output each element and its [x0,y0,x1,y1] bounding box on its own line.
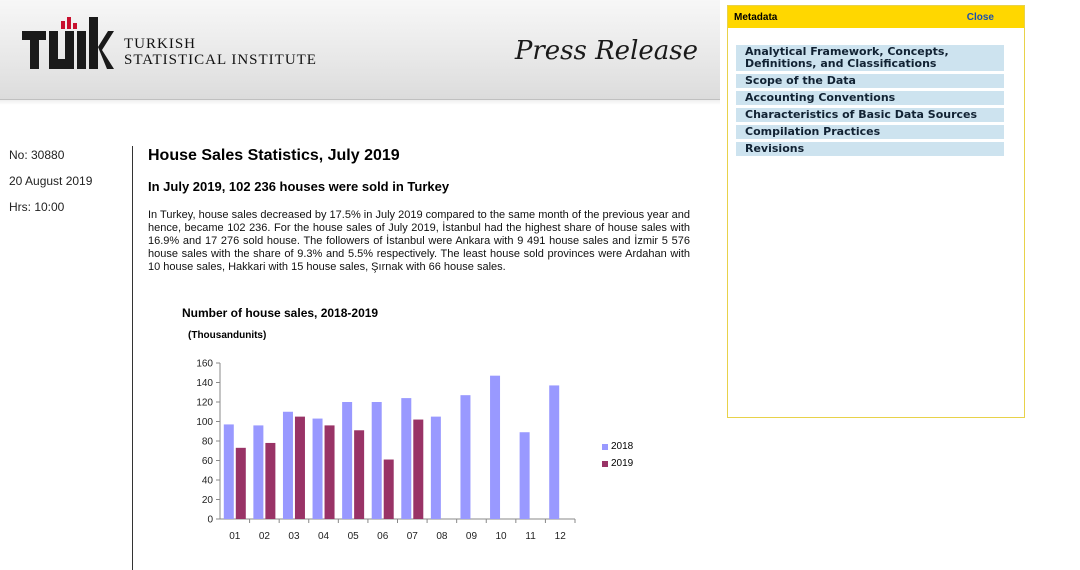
legend-item-2018: 2018 [602,438,633,455]
metadata-item-scope[interactable]: Scope of the Data [736,74,1004,88]
body-paragraph: In Turkey, house sales decreased by 17.5… [148,209,690,273]
legend-swatch-2019 [602,460,608,467]
bar-2018-04 [312,418,323,519]
y-tick-label: 120 [196,398,213,409]
bar-2018-02 [253,425,264,519]
release-date: 20 August 2019 [9,174,93,188]
bar-2019-05 [354,430,365,519]
press-release-label: Press Release [514,36,698,66]
metadata-panel-header: Metadata Close [728,6,1024,28]
bar-2019-04 [324,425,335,519]
tuik-logo [22,17,114,69]
bar-2018-07 [401,398,412,519]
metadata-item-revisions[interactable]: Revisions [736,142,1004,156]
page-header: TURKISH STATISTICAL INSTITUTE Press Rele… [0,0,720,105]
x-tick-label: 12 [555,531,567,542]
bar-2019-01 [235,447,246,519]
bar-2018-11 [519,432,530,519]
y-tick-label: 20 [202,495,214,506]
x-tick-label: 05 [348,531,360,542]
metadata-panel-title: Metadata [734,11,778,23]
x-tick-label: 11 [525,531,536,542]
bar-2019-06 [383,459,394,519]
y-tick-label: 140 [196,378,213,389]
bar-2018-08 [430,416,441,519]
bar-2018-10 [490,375,501,519]
metadata-list: Analytical Framework, Concepts, Definiti… [736,45,1004,156]
metadata-item-analytical-framework[interactable]: Analytical Framework, Concepts, Definiti… [736,45,1004,71]
x-tick-label: 07 [407,531,419,542]
legend-item-2019: 2019 [602,455,633,472]
page-title: House Sales Statistics, July 2019 [148,147,400,164]
x-tick-label: 09 [466,531,478,542]
house-sales-chart: 0 20 40 60 80 100 120 140 160 01 02 03 04 05 06 07 08 09 1… [148,302,668,552]
divider-line [132,146,133,570]
page-subtitle: In July 2019, 102 236 houses were sold i… [148,179,450,194]
release-time: Hrs: 10:00 [9,200,65,214]
institute-name-line1: TURKISH [124,36,197,52]
release-info: No: 30880 20 August 2019 Hrs: 10:00 [9,148,92,226]
y-tick-label: 40 [202,476,214,487]
y-tick-label: 160 [196,359,213,370]
legend-swatch-2018 [602,443,608,450]
main-content: House Sales Statistics, July 2019 In Jul… [148,146,690,274]
x-tick-label: 08 [436,531,448,542]
chart-title: Number of house sales, 2018-2019 [182,306,379,320]
x-tick-label: 02 [259,531,271,542]
y-tick-label: 60 [202,456,214,467]
y-tick-label: 80 [202,437,214,448]
bar-2019-03 [294,416,305,519]
bar-2018-12 [549,385,560,519]
bar-2018-01 [223,424,234,519]
x-tick-label: 06 [377,531,389,542]
bar-2018-03 [282,411,293,519]
metadata-panel: Metadata Close Analytical Framework, Con… [727,5,1025,418]
institute-name-line2: STATISTICAL INSTITUTE [124,52,317,68]
bar-2019-07 [413,419,424,519]
y-tick-label: 0 [207,515,213,526]
x-tick-label: 01 [229,531,241,542]
close-button[interactable]: Close [967,12,994,23]
x-tick-label: 04 [318,531,330,542]
x-tick-label: 10 [495,531,507,542]
legend-label-2018: 2018 [611,441,634,452]
y-tick-label: 100 [196,417,213,428]
legend-label-2019: 2019 [611,458,634,469]
bar-2018-05 [342,402,353,519]
chart-units: (Thousandunits) [188,330,267,341]
metadata-item-data-sources[interactable]: Characteristics of Basic Data Sources [736,108,1004,122]
institute-name: TURKISH STATISTICAL INSTITUTE [124,36,317,68]
release-number: No: 30880 [9,148,65,162]
bar-2018-09 [460,395,471,519]
metadata-item-accounting[interactable]: Accounting Conventions [736,91,1004,105]
x-tick-label: 03 [288,531,300,542]
bar-2018-06 [371,402,382,519]
metadata-item-compilation[interactable]: Compilation Practices [736,125,1004,139]
chart-legend: 2018 2019 [602,438,633,472]
bar-2019-02 [265,442,276,519]
